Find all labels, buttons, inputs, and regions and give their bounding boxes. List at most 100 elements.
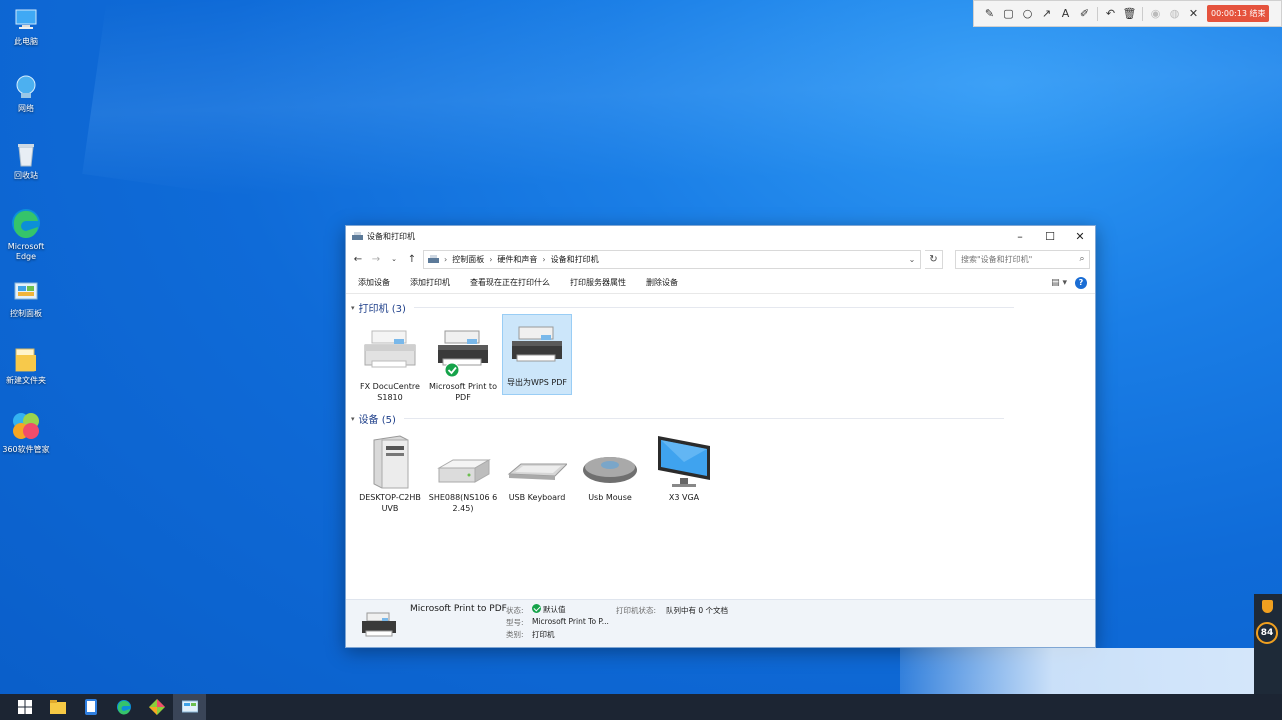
- address-bar[interactable]: › 控制面板 › 硬件和声音 › 设备和打印机 ⌄: [423, 249, 921, 269]
- taskbar-control-panel[interactable]: [173, 694, 206, 720]
- breadcrumb-control-panel[interactable]: 控制面板: [452, 254, 484, 265]
- print-server-properties-button[interactable]: 打印服务器属性: [570, 277, 626, 288]
- delete-icon[interactable]: 🗑: [1120, 4, 1139, 23]
- floating-widget[interactable]: 84: [1254, 594, 1282, 694]
- performance-badge: 84: [1256, 622, 1278, 644]
- shield-icon: [1262, 600, 1273, 613]
- breadcrumb-separator: ›: [542, 254, 546, 264]
- chevron-down-icon: ▾: [351, 414, 355, 423]
- device-item[interactable]: X3 VGA: [649, 430, 719, 514]
- breadcrumb-separator: ›: [444, 254, 448, 264]
- recycle-bin-icon: [12, 140, 40, 168]
- printer-label: FX DocuCentre S1810: [360, 382, 420, 402]
- device-item[interactable]: DESKTOP-C2HB UVB: [355, 430, 425, 514]
- command-bar: 添加设备 添加打印机 查看现在正在打印什么 打印服务器属性 删除设备 ▤ ▾ ?: [346, 272, 1095, 294]
- content-area: ▾ 打印机 (3) FX DocuCentre S1810 Microsoft …: [346, 294, 1095, 594]
- device-label: X3 VGA: [668, 493, 700, 502]
- monitor-icon: [654, 434, 714, 490]
- marker-icon[interactable]: ✐: [1075, 4, 1094, 23]
- printer-item[interactable]: FX DocuCentre S1810: [355, 319, 425, 402]
- taskbar-file-explorer[interactable]: [41, 694, 74, 720]
- refresh-icon[interactable]: ↻: [925, 249, 943, 269]
- software-manager-icon: [10, 410, 42, 442]
- printer-icon: [507, 319, 567, 375]
- desktop-icon-this-pc[interactable]: 此电脑: [0, 6, 52, 47]
- control-panel-icon: [181, 700, 198, 713]
- windows-icon: [17, 700, 32, 714]
- printer-icon: [433, 323, 493, 379]
- remove-device-button[interactable]: 删除设备: [646, 277, 678, 288]
- address-row: ← → ⌄ ↑ › 控制面板 › 硬件和声音 › 设备和打印机 ⌄ ↻ ⌕: [346, 246, 1095, 272]
- device-item[interactable]: SHE088(NS106 6 2.45): [428, 430, 498, 514]
- printer-item-selected[interactable]: 导出为WPS PDF: [502, 314, 572, 395]
- search-icon[interactable]: ⌕: [1075, 254, 1089, 264]
- circle-icon[interactable]: ○: [1018, 4, 1037, 23]
- add-printer-button[interactable]: 添加打印机: [410, 277, 450, 288]
- model-value: Microsoft Print To P...: [532, 617, 609, 626]
- printer-item-default[interactable]: Microsoft Print to PDF: [428, 319, 498, 402]
- device-label: USB Keyboard: [508, 493, 566, 502]
- back-icon[interactable]: ←: [351, 254, 365, 265]
- title-bar[interactable]: 设备和打印机 – ☐ ✕: [346, 226, 1095, 246]
- printer-status-label: 打印机状态:: [616, 606, 657, 615]
- up-icon[interactable]: ↑: [405, 254, 419, 265]
- mosaic-icon[interactable]: ◍: [1165, 4, 1184, 23]
- see-whats-printing-button[interactable]: 查看现在正在打印什么: [470, 277, 550, 288]
- mouse-icon: [580, 434, 640, 490]
- edge-icon: [116, 700, 131, 715]
- desktop-icon-network[interactable]: 网络: [0, 73, 52, 114]
- computer-icon: [12, 6, 40, 34]
- start-button[interactable]: [8, 694, 41, 720]
- location-icon: [428, 254, 439, 263]
- software-manager-icon: [148, 699, 165, 715]
- model-label: 型号:: [506, 618, 524, 627]
- help-icon[interactable]: ?: [1075, 276, 1087, 289]
- add-device-button[interactable]: 添加设备: [358, 277, 390, 288]
- printer-icon: [358, 609, 400, 641]
- desktop-icon-new-folder[interactable]: 新建文件夹: [0, 345, 52, 386]
- maximize-button[interactable]: ☐: [1035, 226, 1065, 246]
- taskbar-app[interactable]: [74, 694, 107, 720]
- hide-icon[interactable]: ◉: [1146, 4, 1165, 23]
- chevron-down-icon[interactable]: ⌄: [904, 255, 920, 264]
- pencil-icon[interactable]: ✎: [980, 4, 999, 23]
- forward-icon[interactable]: →: [369, 254, 383, 265]
- search-box: ⌕: [955, 249, 1090, 269]
- recent-dropdown-icon[interactable]: ⌄: [387, 255, 401, 263]
- device-item[interactable]: Usb Mouse: [575, 430, 645, 514]
- desktop-icon-control-panel[interactable]: 控制面板: [0, 278, 52, 319]
- toolbar-divider: [1142, 6, 1143, 21]
- desktop-icon-edge[interactable]: Microsoft Edge: [0, 207, 52, 262]
- taskbar-edge[interactable]: [107, 694, 140, 720]
- search-input[interactable]: [961, 254, 1075, 264]
- chevron-down-icon: ▾: [351, 303, 355, 312]
- printer-icon: [360, 323, 420, 379]
- details-device-name: Microsoft Print to PDF: [410, 604, 507, 614]
- close-icon[interactable]: ✕: [1184, 4, 1203, 23]
- network-device-icon: [433, 434, 493, 490]
- printer-app-icon: [352, 231, 363, 240]
- text-icon[interactable]: A: [1056, 4, 1075, 23]
- printer-status-value: 队列中有 0 个文档: [666, 606, 729, 615]
- breadcrumb-hardware-sound[interactable]: 硬件和声音: [497, 254, 537, 265]
- close-button[interactable]: ✕: [1065, 226, 1095, 246]
- desktop-icon-recycle-bin[interactable]: 回收站: [0, 140, 52, 181]
- undo-icon[interactable]: ↶: [1101, 4, 1120, 23]
- taskbar: [0, 694, 1282, 720]
- rectangle-icon[interactable]: ▢: [999, 4, 1018, 23]
- recording-timer-button[interactable]: 00:00:13 结束: [1207, 5, 1270, 22]
- taskbar-software-manager[interactable]: [140, 694, 173, 720]
- group-divider: [403, 418, 1004, 419]
- desktop-tower-icon: [360, 434, 420, 490]
- control-panel-icon: [12, 278, 40, 306]
- view-options-icon[interactable]: ▤ ▾: [1051, 278, 1067, 288]
- blurred-region: [900, 648, 1282, 694]
- minimize-button[interactable]: –: [1005, 226, 1035, 246]
- device-item[interactable]: USB Keyboard: [502, 430, 572, 514]
- devices-group-header[interactable]: ▾ 设备 (5): [351, 411, 1004, 426]
- breadcrumb-devices-printers[interactable]: 设备和打印机: [551, 254, 599, 265]
- arrow-icon[interactable]: ↗: [1037, 4, 1056, 23]
- printers-group-header[interactable]: ▾ 打印机 (3): [351, 300, 1014, 315]
- recorder-toolbar: ✎ ▢ ○ ↗ A ✐ ↶ 🗑 ◉ ◍ ✕ 00:00:13 结束: [973, 0, 1282, 27]
- desktop-icon-360-software[interactable]: 360软件管家: [0, 410, 52, 455]
